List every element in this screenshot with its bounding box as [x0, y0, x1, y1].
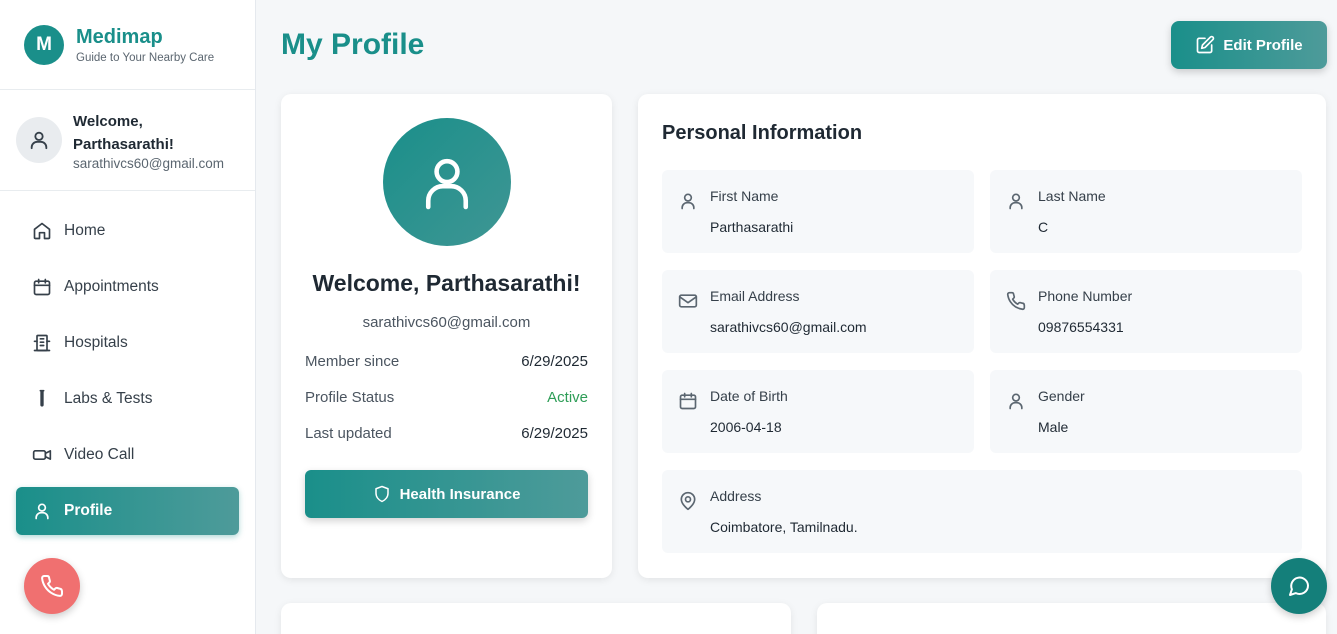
emergency-call-button[interactable] — [24, 558, 80, 614]
phone-icon — [1006, 291, 1026, 311]
home-icon — [32, 221, 52, 241]
field-value: Coimbatore, Tamilnadu. — [710, 519, 858, 535]
section-title: Personal Information — [662, 122, 863, 144]
last-name-field: Last Name C — [990, 170, 1302, 253]
sidebar-item-label: Appointments — [64, 278, 159, 295]
brand-name: Medimap — [76, 25, 163, 48]
phone-icon — [41, 574, 64, 597]
brand-tagline: Guide to Your Nearby Care — [76, 51, 215, 64]
sidebar-item-labs-tests[interactable]: Labs & Tests — [16, 375, 239, 423]
date-of-birth-field: Date of Birth 2006-04-18 — [662, 370, 974, 453]
row-label: Last updated — [305, 425, 392, 442]
calendar-icon — [679, 392, 697, 410]
row-value: 6/29/2025 — [521, 353, 588, 370]
user-email: sarathivcs60@gmail.com — [73, 155, 225, 171]
profile-welcome: Welcome, Parthasarathi! — [312, 270, 581, 296]
profile-summary-card: Welcome, Parthasarathi! sarathivcs60@gma… — [281, 94, 612, 578]
edit-icon — [1197, 35, 1215, 54]
personal-info-card: Personal Information First Name Parthasa… — [638, 94, 1326, 578]
last-updated-row: Last updated 6/29/2025 — [305, 425, 588, 442]
edit-profile-button[interactable]: Edit Profile — [1171, 21, 1327, 69]
user-icon — [32, 501, 52, 521]
field-value: C — [1038, 219, 1049, 235]
health-insurance-label: Health Insurance — [399, 485, 521, 503]
field-label: Gender — [1038, 388, 1085, 404]
sidebar-item-hospitals[interactable]: Hospitals — [16, 319, 239, 367]
field-value: sarathivcs60@gmail.com — [710, 319, 867, 335]
brand-logo: M — [24, 24, 64, 65]
page-title: My Profile — [281, 28, 425, 61]
brand[interactable]: M Medimap Guide to Your Nearby Care — [0, 0, 255, 90]
edit-profile-label: Edit Profile — [1223, 36, 1303, 54]
avatar — [16, 117, 62, 163]
field-value: 2006-04-18 — [710, 419, 782, 435]
field-label: Address — [710, 488, 762, 504]
field-value: 09876554331 — [1038, 319, 1124, 335]
sidebar-item-label: Video Call — [64, 446, 135, 463]
sidebar-item-label: Profile — [64, 502, 113, 519]
calendar-icon — [32, 277, 52, 297]
sidebar-item-label: Labs & Tests — [64, 390, 153, 407]
field-label: Email Address — [710, 288, 800, 304]
profile-email: sarathivcs60@gmail.com — [362, 314, 531, 331]
field-label: Date of Birth — [710, 388, 788, 404]
sidebar-item-profile[interactable]: Profile — [16, 487, 239, 535]
field-label: Phone Number — [1038, 288, 1133, 304]
shield-icon — [374, 485, 389, 503]
sidebar: M Medimap Guide to Your Nearby Care Welc… — [0, 0, 256, 634]
gender-field: Gender Male — [990, 370, 1302, 453]
sidebar-item-label: Home — [64, 222, 106, 239]
first-name-field: First Name Parthasarathi — [662, 170, 974, 253]
field-label: First Name — [710, 188, 779, 204]
sidebar-nav: Home Appointments Hospitals Labs & Tests… — [0, 191, 255, 535]
sidebar-item-home[interactable]: Home — [16, 207, 239, 255]
user-icon — [425, 158, 469, 210]
sidebar-item-video-call[interactable]: Video Call — [16, 431, 239, 479]
chat-button[interactable] — [1271, 558, 1327, 614]
sidebar-item-label: Hospitals — [64, 334, 128, 351]
test-tube-icon — [32, 389, 52, 409]
mail-icon — [678, 294, 698, 308]
row-value: 6/29/2025 — [521, 425, 588, 442]
user-icon — [1009, 193, 1023, 210]
user-welcome: Welcome, Parthasarathi! — [73, 112, 174, 153]
video-icon — [32, 445, 52, 465]
building-icon — [32, 333, 52, 353]
field-value: Parthasarathi — [710, 219, 794, 235]
user-icon — [1009, 393, 1023, 410]
member-since-row: Member since 6/29/2025 — [305, 353, 588, 370]
profile-avatar — [383, 118, 511, 246]
phone-field: Phone Number 09876554331 — [990, 270, 1302, 353]
field-value: Male — [1038, 419, 1069, 435]
user-icon — [681, 193, 695, 210]
email-field: Email Address sarathivcs60@gmail.com — [662, 270, 974, 353]
user-summary: Welcome, Parthasarathi! sarathivcs60@gma… — [0, 90, 255, 191]
health-insurance-button[interactable]: Health Insurance — [305, 470, 588, 518]
user-icon — [30, 131, 48, 150]
chat-icon — [1289, 576, 1310, 596]
lower-card-right — [817, 603, 1326, 634]
profile-status-row: Profile Status Active — [305, 389, 588, 406]
lower-card-left — [281, 603, 791, 634]
row-label: Member since — [305, 353, 400, 370]
status-badge: Active — [547, 389, 588, 406]
map-pin-icon — [680, 491, 696, 511]
sidebar-item-appointments[interactable]: Appointments — [16, 263, 239, 311]
address-field: Address Coimbatore, Tamilnadu. — [662, 470, 1302, 553]
row-label: Profile Status — [305, 389, 395, 406]
field-label: Last Name — [1038, 188, 1106, 204]
